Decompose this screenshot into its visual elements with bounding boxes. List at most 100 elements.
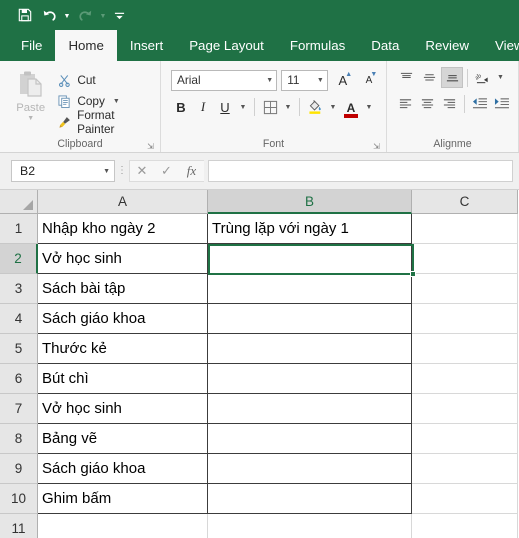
format-painter-button[interactable]: Format Painter <box>55 108 154 136</box>
cell-c7[interactable] <box>412 394 518 424</box>
cell-c6[interactable] <box>412 364 518 394</box>
font-dialog-launcher-icon[interactable]: ⇲ <box>372 142 381 151</box>
cell-b4[interactable] <box>208 304 412 334</box>
borders-dropdown-icon[interactable]: ▼ <box>282 96 294 118</box>
orientation-button[interactable]: ab <box>472 67 494 88</box>
cell-a3[interactable]: Sách bài tập <box>38 274 208 304</box>
cell-a4[interactable]: Sách giáo khoa <box>38 304 208 334</box>
name-box-dropdown-icon[interactable]: ▼ <box>103 168 110 175</box>
font-size-input[interactable]: 11 ▼ <box>281 69 328 91</box>
cut-button[interactable]: Cut <box>55 70 154 90</box>
row-header-1[interactable]: 1 <box>0 214 38 244</box>
font-name-input[interactable]: Arial ▼ <box>171 69 278 91</box>
copy-dropdown-icon[interactable]: ▼ <box>113 98 120 105</box>
cell-b3[interactable] <box>208 274 412 304</box>
font-size-dropdown-icon[interactable]: ▼ <box>313 77 324 84</box>
cell-a5[interactable]: Thước kẻ <box>38 334 208 364</box>
underline-dropdown-icon[interactable]: ▼ <box>237 96 249 118</box>
bold-button[interactable]: B <box>171 96 191 118</box>
underline-button[interactable]: U <box>215 96 235 118</box>
tab-file[interactable]: File <box>8 30 55 61</box>
select-all-button[interactable] <box>0 190 38 214</box>
cell-b6[interactable] <box>208 364 412 394</box>
cell-a1[interactable]: Nhập kho ngày 2 <box>38 214 208 244</box>
fill-color-dropdown-icon[interactable]: ▼ <box>327 96 339 118</box>
cancel-formula-button[interactable]: ✕ <box>129 160 154 182</box>
cell-b5[interactable] <box>208 334 412 364</box>
insert-function-button[interactable]: fx <box>179 160 204 182</box>
column-header-c[interactable]: C <box>412 190 518 214</box>
cell-a2[interactable]: Vở học sinh <box>38 244 208 274</box>
column-header-b[interactable]: B <box>208 190 412 214</box>
customize-qat-icon[interactable] <box>110 4 128 26</box>
row-header-4[interactable]: 4 <box>0 304 38 334</box>
cell-a6[interactable]: Bút chì <box>38 364 208 394</box>
row-header-11[interactable]: 11 <box>0 514 38 538</box>
table-row: 3 Sách bài tập <box>0 274 519 304</box>
cell-c11[interactable] <box>412 514 518 538</box>
clipboard-group-label: Clipboard ⇲ <box>57 138 155 151</box>
font-color-button[interactable]: A <box>341 96 361 118</box>
cell-b7[interactable] <box>208 394 412 424</box>
orientation-dropdown-icon[interactable]: ▼ <box>495 67 506 88</box>
decrease-indent-button[interactable] <box>469 93 490 114</box>
cell-b8[interactable] <box>208 424 412 454</box>
column-header-a[interactable]: A <box>38 190 208 214</box>
cell-a10[interactable]: Ghim bấm <box>38 484 208 514</box>
cell-c2[interactable] <box>412 244 518 274</box>
increase-font-size-button[interactable]: A ▲ <box>332 69 354 91</box>
row-header-8[interactable]: 8 <box>0 424 38 454</box>
cell-b2[interactable] <box>208 244 412 274</box>
clipboard-dialog-launcher-icon[interactable]: ⇲ <box>146 142 155 151</box>
increase-indent-button[interactable] <box>491 93 512 114</box>
cell-c10[interactable] <box>412 484 518 514</box>
row-header-3[interactable]: 3 <box>0 274 38 304</box>
cell-a9[interactable]: Sách giáo khoa <box>38 454 208 484</box>
font-name-dropdown-icon[interactable]: ▼ <box>262 77 273 84</box>
align-left-button[interactable] <box>395 93 416 114</box>
cell-b1[interactable]: Trùng lặp với ngày 1 <box>208 214 412 244</box>
row-header-10[interactable]: 10 <box>0 484 38 514</box>
cell-c3[interactable] <box>412 274 518 304</box>
tab-review[interactable]: Review <box>412 30 482 61</box>
decrease-font-size-button[interactable]: A ▼ <box>358 69 380 91</box>
cell-c1[interactable] <box>412 214 518 244</box>
cell-b10[interactable] <box>208 484 412 514</box>
fill-handle[interactable] <box>410 271 416 277</box>
row-header-9[interactable]: 9 <box>0 454 38 484</box>
row-header-5[interactable]: 5 <box>0 334 38 364</box>
enter-formula-button[interactable]: ✓ <box>154 160 179 182</box>
cell-b9[interactable] <box>208 454 412 484</box>
borders-button[interactable] <box>260 96 280 118</box>
font-color-dropdown-icon[interactable]: ▼ <box>363 96 375 118</box>
undo-icon[interactable] <box>38 4 60 26</box>
italic-button[interactable]: I <box>193 96 213 118</box>
align-right-button[interactable] <box>439 93 460 114</box>
row-header-2[interactable]: 2 <box>0 244 38 274</box>
cell-a8[interactable]: Bảng vẽ <box>38 424 208 454</box>
cell-a11[interactable] <box>38 514 208 538</box>
cell-c9[interactable] <box>412 454 518 484</box>
row-header-7[interactable]: 7 <box>0 394 38 424</box>
align-middle-button[interactable] <box>418 67 440 88</box>
cell-c5[interactable] <box>412 334 518 364</box>
align-center-button[interactable] <box>417 93 438 114</box>
name-box[interactable]: B2 ▼ <box>11 160 115 182</box>
row-header-6[interactable]: 6 <box>0 364 38 394</box>
tab-home[interactable]: Home <box>55 30 117 61</box>
fill-color-button[interactable] <box>305 96 325 118</box>
save-icon[interactable] <box>14 4 36 26</box>
cell-a7[interactable]: Vở học sinh <box>38 394 208 424</box>
formula-input[interactable] <box>208 160 513 182</box>
tab-view[interactable]: View <box>482 30 519 61</box>
cell-c4[interactable] <box>412 304 518 334</box>
tab-page-layout[interactable]: Page Layout <box>176 30 277 61</box>
cell-c8[interactable] <box>412 424 518 454</box>
tab-formulas[interactable]: Formulas <box>277 30 358 61</box>
tab-data[interactable]: Data <box>358 30 412 61</box>
cell-b11[interactable] <box>208 514 412 538</box>
tab-insert[interactable]: Insert <box>117 30 176 61</box>
align-top-button[interactable] <box>395 67 417 88</box>
align-bottom-button[interactable] <box>441 67 463 88</box>
undo-dropdown-icon[interactable]: ▼ <box>62 4 72 26</box>
